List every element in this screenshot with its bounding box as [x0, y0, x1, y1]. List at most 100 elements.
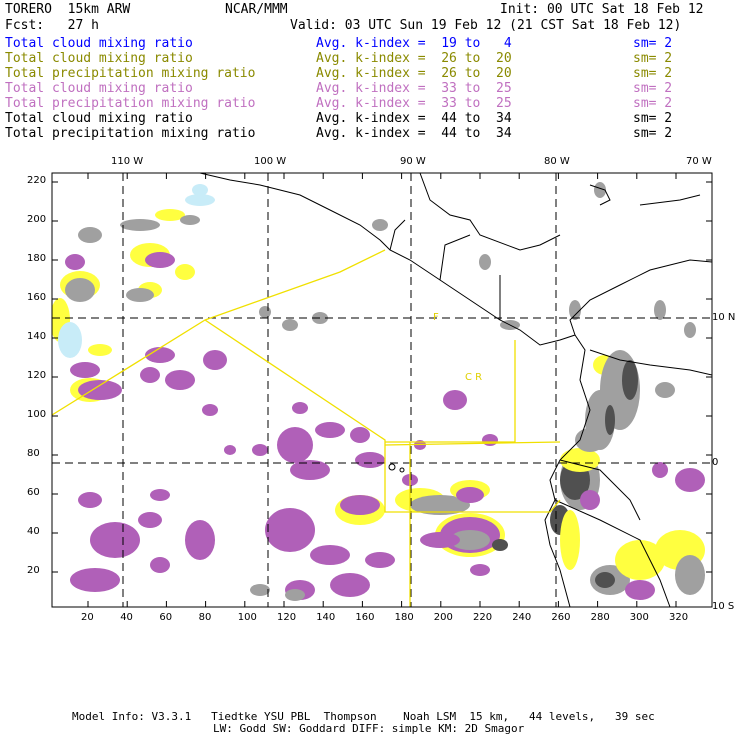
island-coastline: [589, 184, 701, 206]
lat-label: 10 N: [712, 312, 736, 323]
cloud-region: [126, 288, 154, 302]
cloud-region: [456, 487, 484, 503]
y-tick-label: 40: [27, 526, 40, 537]
cloud-region: [65, 254, 85, 270]
cloud-region: [482, 434, 498, 446]
lon-label: 80 W: [544, 156, 570, 167]
country-border: [389, 219, 501, 320]
x-tick-label: 280: [590, 612, 610, 623]
cloud-region: [285, 589, 305, 601]
cloud-region: [138, 512, 162, 528]
weather-plot: TORERO 15km ARW NCAR/MMM Init: 00 UTC Sa…: [0, 0, 740, 740]
cloud-region: [315, 422, 345, 438]
cloud-region: [290, 460, 330, 480]
cloud-region: [259, 306, 271, 318]
y-tick-label: 140: [27, 331, 47, 342]
cloud-region: [580, 490, 600, 510]
cloud-region: [350, 427, 370, 443]
cloud-region: [65, 278, 95, 302]
cloud-region: [655, 382, 675, 398]
cloud-region: [252, 444, 268, 456]
island: [399, 467, 405, 473]
lat-label: 0: [712, 457, 719, 468]
cloud-region: [58, 322, 82, 358]
cloud-region: [420, 532, 460, 548]
cloud-region: [675, 555, 705, 595]
x-tick-label: 320: [669, 612, 689, 623]
y-tick-label: 200: [27, 214, 47, 225]
cloud-region: [492, 539, 508, 551]
cloud-region: [140, 367, 160, 383]
x-tick-label: 300: [629, 612, 649, 623]
island: [388, 463, 396, 471]
x-tick-label: 140: [316, 612, 336, 623]
x-tick-label: 60: [159, 612, 173, 623]
cloud-region: [192, 184, 208, 196]
cloud-region: [78, 492, 102, 508]
cloud-region: [443, 390, 467, 410]
cloud-region: [560, 510, 580, 570]
cloud-region: [675, 468, 705, 492]
x-tick-label: 180: [394, 612, 414, 623]
cloud-region: [595, 572, 615, 588]
footer-line-2: LW: Godd SW: Goddard DIFF: simple KM: 2D…: [213, 722, 525, 735]
cloud-region: [265, 508, 315, 552]
cloud-region: [150, 557, 170, 573]
cloud-region: [625, 580, 655, 600]
x-tick-label: 120: [277, 612, 297, 623]
x-tick-label: 260: [551, 612, 571, 623]
x-tick-label: 160: [355, 612, 375, 623]
x-tick-label: 20: [81, 612, 94, 623]
lat-label: 10 S: [712, 601, 735, 612]
cloud-region: [340, 495, 380, 515]
cloud-region: [88, 344, 112, 356]
box-label-cr: C R: [465, 372, 483, 383]
cloud-region: [282, 319, 298, 331]
lon-label: 70 W: [686, 156, 712, 167]
cloud-region: [180, 215, 200, 225]
cloud-region: [622, 360, 638, 400]
cloud-region: [365, 552, 395, 568]
y-tick-label: 80: [27, 448, 40, 459]
cloud-region: [90, 522, 140, 558]
cloud-region: [292, 402, 308, 414]
map-content: [52, 173, 712, 607]
cloud-region: [654, 300, 666, 320]
cloud-region: [165, 370, 195, 390]
x-tick-label: 200: [433, 612, 453, 623]
cloud-region: [605, 405, 615, 435]
cloud-region: [372, 219, 388, 231]
cloud-region: [684, 322, 696, 338]
x-tick-label: 80: [198, 612, 212, 623]
y-tick-label: 160: [27, 292, 47, 303]
cloud-region: [78, 227, 102, 243]
cloud-region: [470, 564, 490, 576]
cloud-region: [277, 427, 313, 463]
x-tick-label: 220: [473, 612, 493, 623]
cloud-region: [70, 362, 100, 378]
cloud-region: [185, 520, 215, 560]
cloud-region: [479, 254, 491, 270]
cloud-region: [145, 252, 175, 268]
y-tick-label: 60: [27, 487, 40, 498]
y-tick-label: 100: [27, 409, 47, 420]
coastline: [419, 173, 561, 251]
x-tick-label: 100: [237, 612, 257, 623]
cloud-region: [224, 445, 236, 455]
cloud-region: [203, 350, 227, 370]
x-tick-label: 40: [120, 612, 133, 623]
coastline: [199, 173, 712, 346]
lon-label: 100 W: [254, 156, 287, 167]
cloud-region: [355, 452, 385, 468]
y-tick-label: 180: [27, 253, 47, 264]
map-plot: [51, 172, 713, 608]
cloud-region: [652, 462, 668, 478]
cloud-region: [569, 300, 581, 320]
cloud-region: [250, 584, 270, 596]
cloud-region: [150, 489, 170, 501]
lon-label: 90 W: [400, 156, 426, 167]
box-label-f: F: [433, 312, 439, 323]
y-tick-label: 120: [27, 370, 47, 381]
y-tick-label: 220: [27, 175, 47, 186]
lon-label: 110 W: [111, 156, 144, 167]
